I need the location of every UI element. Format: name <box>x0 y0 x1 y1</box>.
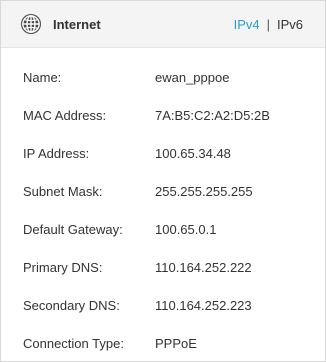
connection-type-label: Connection Type: <box>23 336 124 351</box>
tab-separator: | <box>266 17 270 32</box>
secondary-dns-label: Secondary DNS: <box>23 298 120 313</box>
info-row-subnet: Subnet Mask: 255.255.255.255 <box>1 182 325 202</box>
default-gateway-value: 100.65.0.1 <box>155 222 217 237</box>
primary-dns-value: 110.164.252.222 <box>155 260 252 275</box>
mac-address-value: 7A:B5:C2:A2:D5:2B <box>155 108 270 123</box>
globe-icon <box>21 14 41 34</box>
name-value: ewan_pppoe <box>155 70 230 85</box>
default-gateway-label: Default Gateway: <box>23 222 123 237</box>
subnet-mask-label: Subnet Mask: <box>23 184 103 199</box>
ip-address-value: 100.65.34.48 <box>155 146 231 161</box>
info-row-gateway: Default Gateway: 100.65.0.1 <box>1 220 325 240</box>
info-row-primary-dns: Primary DNS: 110.164.252.222 <box>1 258 325 278</box>
ip-version-tabs: IPv4 | IPv6 <box>234 17 303 32</box>
mac-address-label: MAC Address: <box>23 108 107 123</box>
tab-ipv4[interactable]: IPv4 <box>234 17 260 32</box>
secondary-dns-value: 110.164.252.223 <box>155 298 252 313</box>
ip-address-label: IP Address: <box>23 146 90 161</box>
subnet-mask-value: 255.255.255.255 <box>155 184 253 199</box>
panel-title: Internet <box>53 17 101 32</box>
info-row-mac: MAC Address: 7A:B5:C2:A2:D5:2B <box>1 106 325 126</box>
info-row-name: Name: ewan_pppoe <box>1 68 325 88</box>
tab-ipv6[interactable]: IPv6 <box>277 17 303 32</box>
primary-dns-label: Primary DNS: <box>23 260 103 275</box>
internet-panel: Internet IPv4 | IPv6 Name: ewan_pppoe MAC … <box>0 0 326 362</box>
panel-header: Internet IPv4 | IPv6 <box>1 1 325 48</box>
info-row-secondary-dns: Secondary DNS: 110.164.252.223 <box>1 296 325 316</box>
info-row-connection-type: Connection Type: PPPoE <box>1 334 325 354</box>
info-row-ip: IP Address: 100.65.34.48 <box>1 144 325 164</box>
connection-type-value: PPPoE <box>155 336 197 351</box>
name-label: Name: <box>23 70 62 85</box>
